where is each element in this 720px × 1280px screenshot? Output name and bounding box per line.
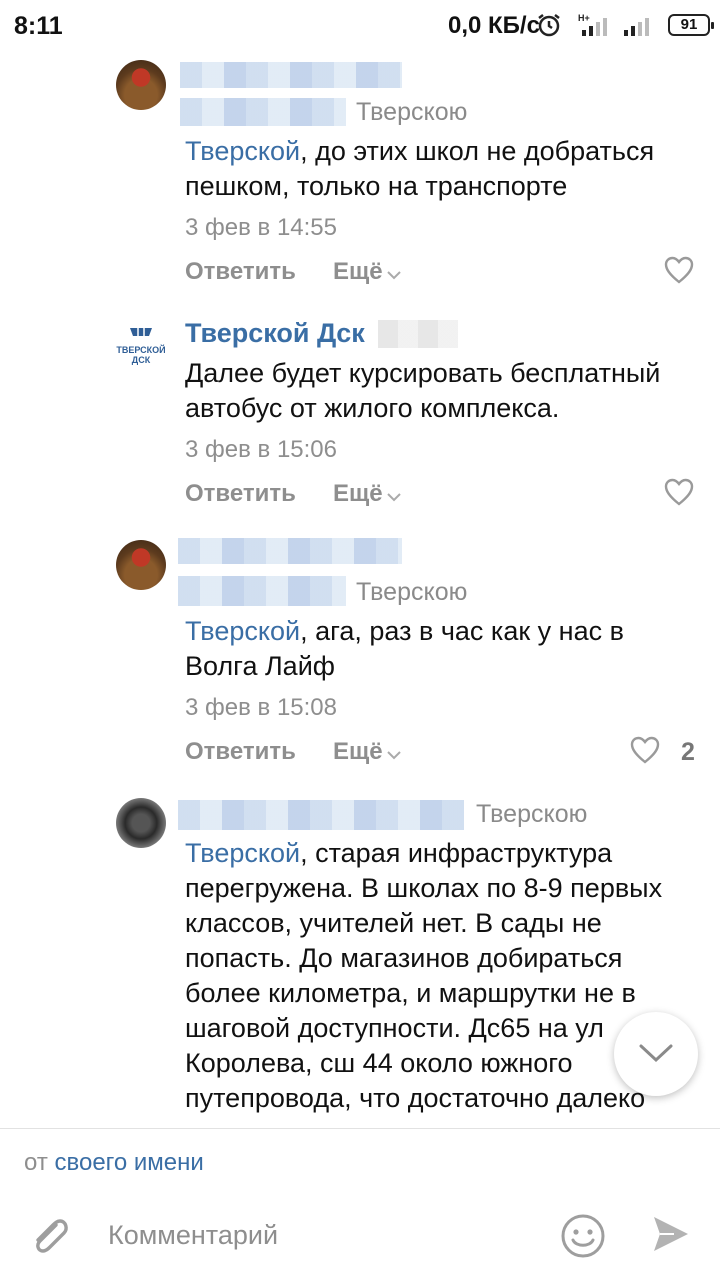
- reply-target[interactable]: Тверскою: [356, 98, 467, 127]
- svg-text:ТВЕРСКОЙ: ТВЕРСКОЙ: [116, 344, 165, 355]
- comment-input[interactable]: [108, 1215, 538, 1255]
- comment: ТВЕРСКОЙ ДСК Тверской Дск Далее будет кур…: [0, 314, 720, 534]
- battery-indicator: 91: [668, 14, 714, 36]
- reply-button[interactable]: Ответить: [185, 480, 296, 508]
- redacted-text: [378, 320, 458, 348]
- signal-icon-2: [622, 12, 656, 43]
- status-bar: 8:11 0,0 КБ/с H+ 91: [0, 0, 720, 52]
- comment: Тверскою Тверской, ага, раз в час как у …: [0, 532, 720, 782]
- svg-text:ДСК: ДСК: [132, 355, 151, 365]
- heart-icon: [664, 478, 694, 506]
- signal-icon: H+: [576, 12, 616, 43]
- reply-button[interactable]: Ответить: [185, 738, 296, 766]
- heart-icon: [664, 256, 694, 284]
- comment-composer: от своего имени: [0, 1128, 720, 1280]
- more-button[interactable]: Ещё: [333, 738, 401, 767]
- mention-link[interactable]: Тверской: [185, 136, 300, 166]
- emoji-icon[interactable]: [560, 1213, 606, 1264]
- comment-actions: Ответить Ещё: [185, 478, 700, 516]
- comment-text: Далее будет курсировать бесплатный автоб…: [185, 358, 661, 423]
- more-button[interactable]: Ещё: [333, 258, 401, 287]
- avatar[interactable]: [116, 540, 166, 590]
- comment: Тверскою Тверской, до этих школ не добра…: [0, 52, 720, 302]
- redacted-name: [178, 576, 346, 606]
- comment-date: 3 фев в 14:55: [185, 214, 338, 241]
- comment: Тверскою Тверской, старая инфраструктура…: [0, 792, 720, 1128]
- redacted-name: [180, 62, 402, 88]
- redacted-name: [178, 800, 464, 830]
- redacted-name: [180, 98, 346, 126]
- like-button[interactable]: [664, 478, 694, 514]
- comment-date: 3 фев в 15:06: [185, 436, 338, 463]
- avatar[interactable]: [116, 798, 166, 848]
- svg-text:H+: H+: [578, 13, 590, 23]
- comment-author[interactable]: Тверской Дск: [185, 318, 365, 349]
- post-as-link[interactable]: своего имени: [54, 1149, 203, 1176]
- like-count: 2: [681, 738, 695, 766]
- more-button[interactable]: Ещё: [333, 480, 401, 509]
- comment-text: Тверской, ага, раз в час как у нас в Вол…: [185, 616, 624, 681]
- attach-icon[interactable]: [26, 1211, 70, 1264]
- chevron-down-icon: [639, 1044, 673, 1063]
- status-time: 8:11: [14, 12, 63, 40]
- mention-link[interactable]: Тверской: [185, 616, 300, 646]
- mention-link[interactable]: Тверской: [185, 838, 300, 868]
- scroll-down-button[interactable]: [614, 1012, 698, 1096]
- like-button[interactable]: [630, 736, 660, 772]
- heart-icon: [630, 736, 660, 764]
- comment-text: Тверской, до этих школ не добраться пешк…: [185, 136, 655, 201]
- chevron-down-icon: [386, 259, 401, 287]
- network-speed: 0,0 КБ/с: [448, 12, 540, 39]
- send-icon[interactable]: [650, 1213, 692, 1260]
- reply-button[interactable]: Ответить: [185, 258, 296, 286]
- avatar[interactable]: [116, 60, 166, 110]
- redacted-name: [178, 538, 402, 564]
- comments-feed[interactable]: Тверскою Тверской, до этих школ не добра…: [0, 52, 720, 1128]
- chevron-down-icon: [386, 739, 401, 767]
- comment-date: 3 фев в 15:08: [185, 694, 338, 721]
- alarm-icon: [536, 12, 562, 43]
- group-logo[interactable]: ТВЕРСКОЙ ДСК: [116, 320, 166, 370]
- like-button[interactable]: [664, 256, 694, 292]
- post-as-selector[interactable]: от своего имени: [24, 1149, 204, 1177]
- comment-actions: Ответить Ещё 2: [185, 736, 700, 774]
- reply-target[interactable]: Тверскою: [476, 800, 587, 829]
- chevron-down-icon: [386, 481, 401, 509]
- reply-target[interactable]: Тверскою: [356, 578, 467, 607]
- comment-actions: Ответить Ещё: [185, 256, 700, 294]
